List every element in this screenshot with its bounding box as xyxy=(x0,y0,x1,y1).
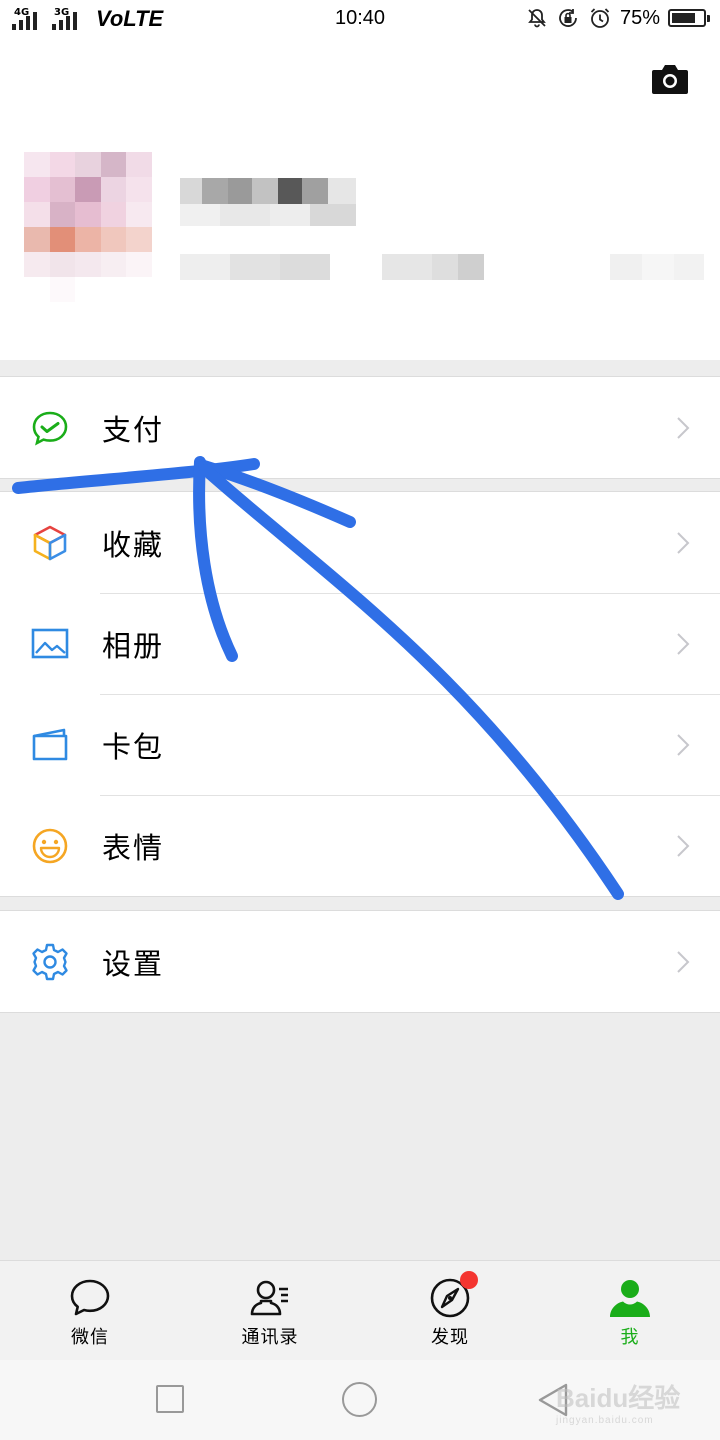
watermark: Baidu经验 jingyan.baidu.com xyxy=(556,1378,686,1426)
card-wallet-icon xyxy=(30,725,70,765)
menu-item-label: 相册 xyxy=(102,628,165,663)
qr-info-redacted xyxy=(382,254,484,280)
chevron-right-icon xyxy=(677,416,690,439)
tab-label: 发现 xyxy=(431,1327,469,1348)
menu-group-settings: 设置 xyxy=(0,910,720,1013)
menu-item-label: 表情 xyxy=(102,830,165,865)
status-right: 75% xyxy=(526,5,710,31)
system-nav-bar: Baidu经验 jingyan.baidu.com xyxy=(0,1360,720,1440)
camera-icon[interactable] xyxy=(650,62,690,96)
rotation-lock-icon xyxy=(559,9,577,27)
menu-item-label: 收藏 xyxy=(102,527,165,562)
tab-discover[interactable]: 发现 xyxy=(360,1261,540,1360)
chevron-right-icon xyxy=(677,632,690,655)
tab-contacts[interactable]: 通讯录 xyxy=(180,1261,360,1360)
chevron-right-icon xyxy=(677,531,690,554)
gear-icon xyxy=(30,942,70,982)
watermark-sub: jingyan.baidu.com xyxy=(556,1415,654,1426)
mute-icon xyxy=(528,9,546,28)
alarm-icon xyxy=(590,8,610,28)
menu-item-favorites[interactable]: 收藏 xyxy=(0,492,720,593)
tab-label: 微信 xyxy=(71,1327,109,1348)
new-badge-dot xyxy=(460,1271,478,1289)
tab-me[interactable]: 我 xyxy=(540,1261,720,1360)
menu-item-label: 支付 xyxy=(102,412,165,447)
chevron-right-icon xyxy=(677,950,690,973)
menu-item-label: 设置 xyxy=(102,946,165,981)
battery-fill xyxy=(672,13,695,23)
home-button[interactable] xyxy=(342,1382,377,1417)
bottom-tab-bar: 微信 通讯录 发现 我 xyxy=(0,1260,720,1360)
recent-apps-button[interactable] xyxy=(156,1385,184,1413)
album-icon xyxy=(30,624,70,664)
chat-bubble-icon xyxy=(70,1279,110,1316)
nickname-redacted xyxy=(180,178,356,204)
contacts-icon xyxy=(250,1280,288,1316)
discover-icon-wrap xyxy=(428,1271,478,1319)
profile-header[interactable] xyxy=(0,36,720,360)
menu-item-stickers[interactable]: 表情 xyxy=(0,795,720,896)
menu-item-settings[interactable]: 设置 xyxy=(0,911,720,1012)
menu-item-album[interactable]: 相册 xyxy=(0,593,720,694)
favorites-cube-icon xyxy=(30,523,70,563)
wechat-id-redacted xyxy=(180,254,330,280)
avatar[interactable] xyxy=(24,152,152,302)
status-bar: 4G 3G VoLTE 10:40 75% xyxy=(0,0,720,36)
tab-label: 通讯录 xyxy=(241,1327,299,1348)
battery-percent: 75% xyxy=(619,6,660,29)
tab-label: 我 xyxy=(620,1327,640,1348)
qr-code-redacted xyxy=(610,254,704,280)
menu-item-cards[interactable]: 卡包 xyxy=(0,694,720,795)
nickname-redacted-row2 xyxy=(180,204,356,226)
person-icon xyxy=(610,1280,650,1317)
watermark-main: Baidu经验 xyxy=(556,1383,681,1413)
chevron-right-icon xyxy=(677,733,690,756)
menu-group-pay: 支付 xyxy=(0,376,720,479)
sticker-smile-icon xyxy=(30,826,70,866)
battery-icon xyxy=(668,9,710,27)
chevron-right-icon xyxy=(677,834,690,857)
tab-chats[interactable]: 微信 xyxy=(0,1261,180,1360)
menu-group-main: 收藏 相册 卡包 表情 xyxy=(0,491,720,897)
menu-item-pay[interactable]: 支付 xyxy=(0,377,720,478)
wechat-pay-icon xyxy=(30,408,70,448)
menu-item-label: 卡包 xyxy=(102,729,165,764)
